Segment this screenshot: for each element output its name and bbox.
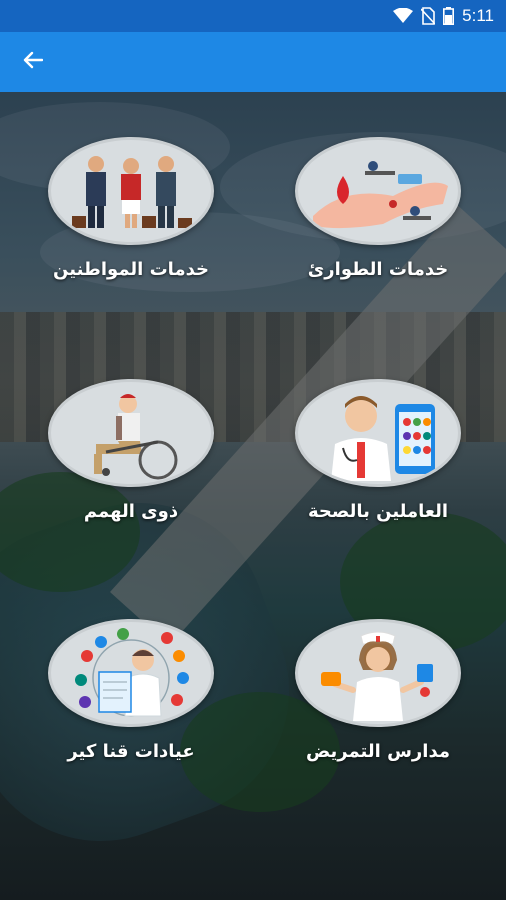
tile-label: خدمات الطوارئ (307, 259, 449, 280)
tile-label: ذوى الهمم (83, 501, 179, 522)
tile-qena-care-clinics[interactable]: عيادات قنا كير (31, 619, 231, 762)
tile-nursing-schools[interactable]: مدارس التمريض (278, 619, 478, 762)
status-bar: 5:11 (0, 0, 506, 32)
clinic-icon (48, 619, 214, 727)
app-bar (0, 32, 506, 92)
emergency-services-icon (295, 137, 461, 245)
tile-people-of-determination[interactable]: ذوى الهمم (31, 379, 231, 522)
no-sim-icon (421, 7, 436, 25)
nurse-icon (295, 619, 461, 727)
tile-citizen-services[interactable]: خدمات المواطنين (31, 137, 231, 280)
arrow-back-icon (23, 51, 44, 73)
battery-icon (443, 7, 455, 25)
tile-label: العاملين بالصحة (307, 501, 449, 522)
services-grid: خدمات الطوارئ خدمات المواطنين العاملين ب… (0, 92, 506, 900)
back-button[interactable] (18, 47, 48, 77)
wifi-icon (393, 8, 414, 24)
tile-label: مدارس التمريض (305, 741, 451, 762)
wheelchair-icon (48, 379, 214, 487)
status-time: 5:11 (462, 6, 494, 25)
tile-label: خدمات المواطنين (53, 259, 209, 280)
health-workers-icon (295, 379, 461, 487)
tile-label: عيادات قنا كير (67, 741, 195, 762)
citizen-services-icon (48, 137, 214, 245)
tile-emergency-services[interactable]: خدمات الطوارئ (278, 137, 478, 280)
tile-health-workers[interactable]: العاملين بالصحة (278, 379, 478, 522)
